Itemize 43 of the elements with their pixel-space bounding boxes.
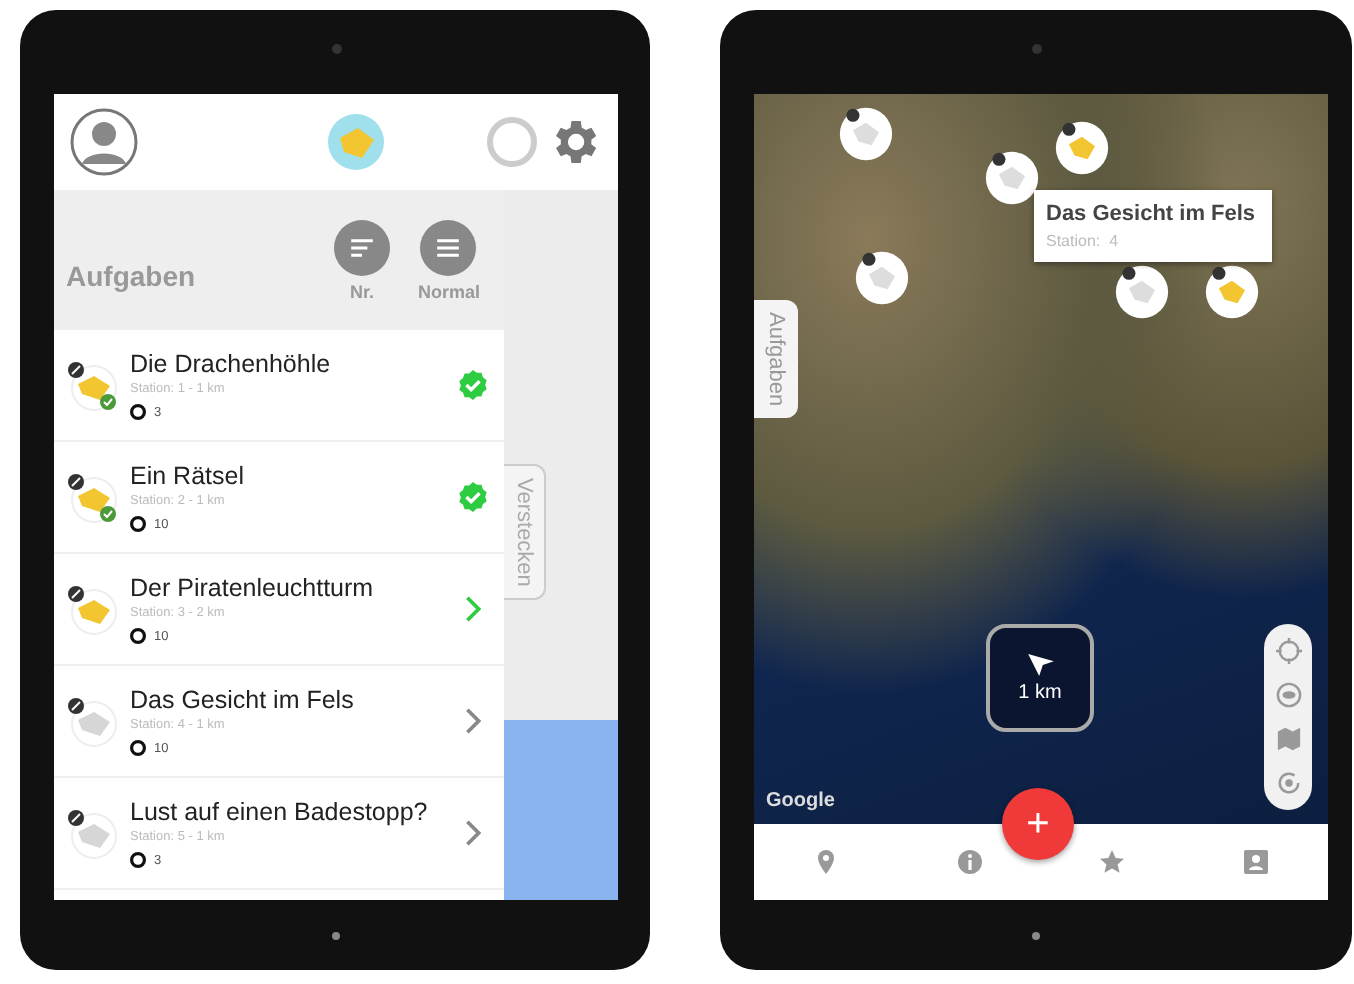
points-icon: [130, 740, 146, 756]
avatar-icon[interactable]: [70, 108, 138, 176]
task-thumbnail-icon: [66, 695, 118, 747]
map-popup[interactable]: Das Gesicht im Fels Station: 4: [1034, 190, 1272, 262]
map-marker-icon[interactable]: [854, 250, 910, 306]
task-title: Die Drachenhöhle: [130, 350, 333, 378]
distance-label: 1 km: [1018, 681, 1062, 703]
points-icon: [130, 628, 146, 644]
map-marker-icon[interactable]: [1114, 264, 1170, 320]
panel-title: Aufgaben: [66, 260, 196, 292]
map-icon[interactable]: [1275, 726, 1301, 752]
rotate-icon[interactable]: [1275, 770, 1301, 796]
add-button[interactable]: +: [1002, 788, 1074, 860]
navigation-arrow-icon: [1027, 653, 1053, 675]
task-thumbnail-icon: [66, 471, 118, 523]
map-marker-icon[interactable]: [838, 106, 894, 162]
popup-title: Das Gesicht im Fels: [1046, 202, 1256, 226]
map-marker-icon[interactable]: [1054, 120, 1110, 176]
task-thumbnail-icon: [66, 807, 118, 859]
points-icon: [130, 516, 146, 532]
progress-ring-icon: [486, 116, 538, 168]
logo-icon: [322, 108, 390, 176]
task-title: Das Gesicht im Fels: [130, 686, 356, 714]
task-thumbnail-icon: [66, 583, 118, 635]
points-icon: [130, 852, 146, 868]
camera: [1032, 44, 1042, 54]
locate-icon[interactable]: [1275, 638, 1301, 664]
task-title: Lust auf einen Badestopp?: [130, 798, 430, 826]
home-indicator: [331, 932, 339, 940]
map-marker-icon[interactable]: [1204, 264, 1260, 320]
info-icon[interactable]: [955, 848, 984, 876]
contact-card-icon[interactable]: [1242, 848, 1271, 876]
task-title: Der Piratenleuchtturm: [130, 574, 376, 602]
star-icon[interactable]: [1098, 848, 1127, 876]
camera: [331, 44, 341, 54]
map-attribution: Google: [766, 790, 835, 812]
popup-subtitle: Station: 4: [1046, 232, 1121, 250]
home-indicator: [1032, 932, 1040, 940]
eye-icon[interactable]: [1275, 682, 1301, 708]
task-thumbnail-icon: [66, 359, 118, 411]
points-icon: [130, 404, 146, 420]
task-title: Ein Rätsel: [130, 462, 246, 490]
map-marker-icon[interactable]: [984, 150, 1040, 206]
